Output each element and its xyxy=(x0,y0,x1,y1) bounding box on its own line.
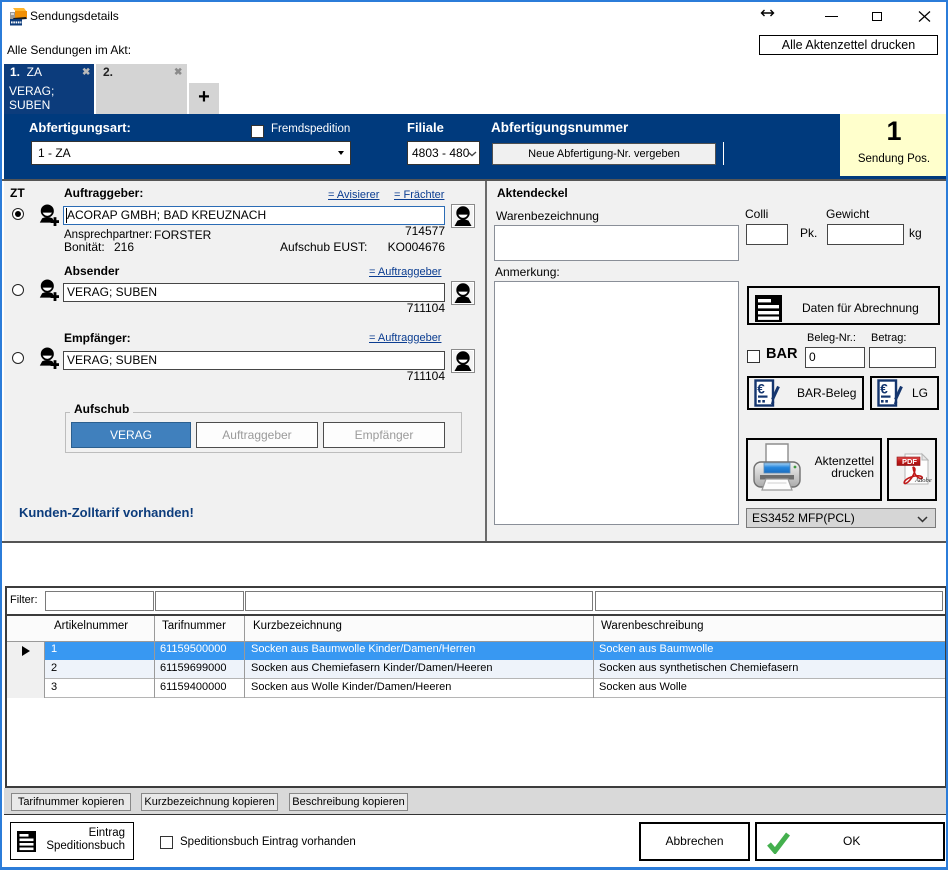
svg-text:Adobe: Adobe xyxy=(914,477,932,484)
svg-text:€: € xyxy=(757,382,765,397)
svg-text:PDF: PDF xyxy=(902,457,917,466)
svg-text:€: € xyxy=(880,382,888,397)
